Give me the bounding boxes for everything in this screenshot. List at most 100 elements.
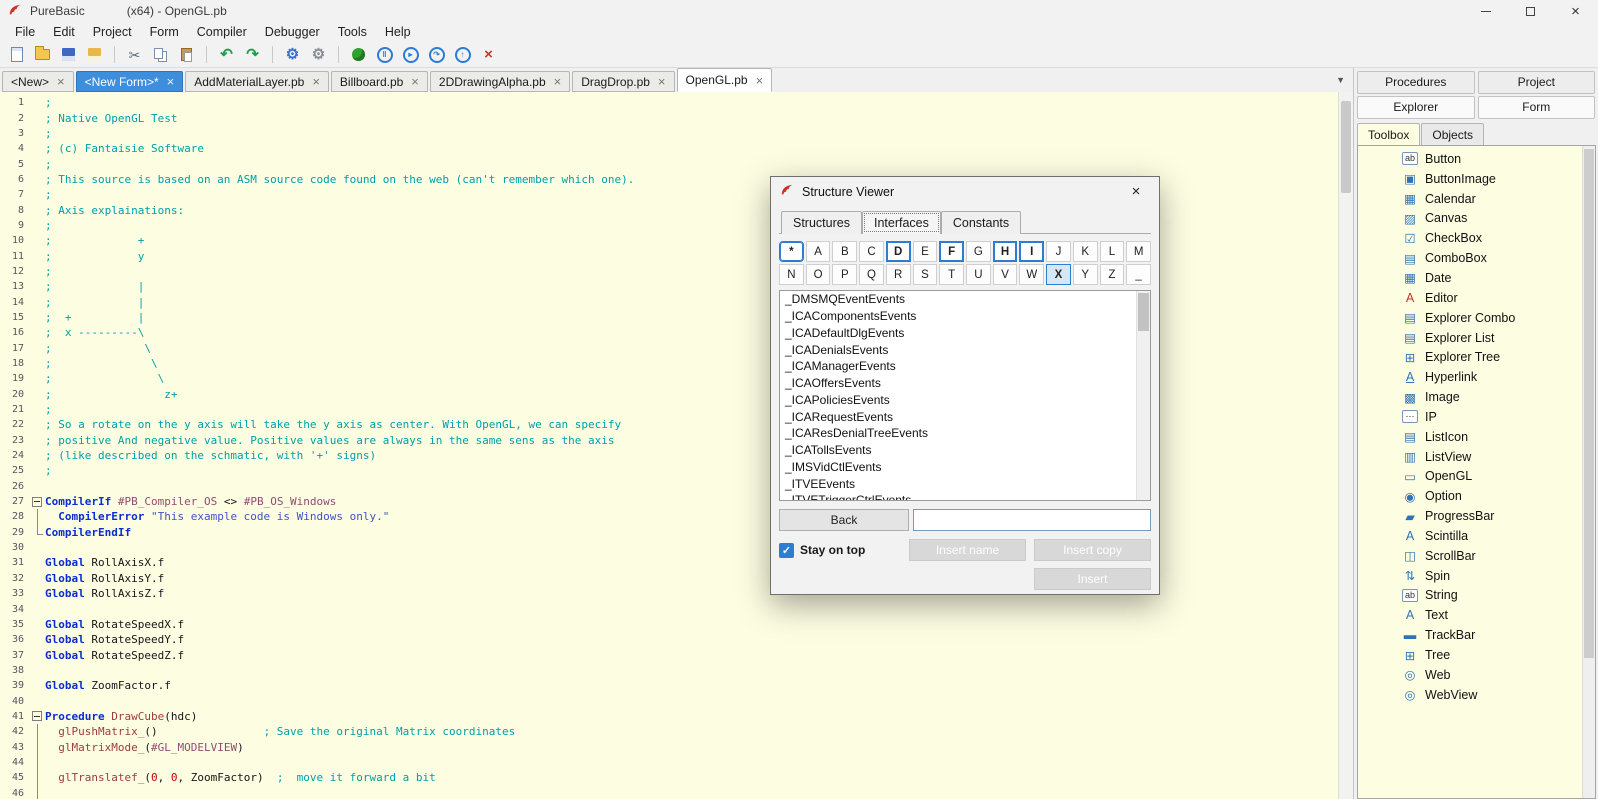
toolbar-cut-button[interactable]: ✂	[122, 43, 147, 66]
toolbox-item-listicon[interactable]: ▤ListIcon	[1358, 427, 1595, 447]
fold-toggle-icon[interactable]	[30, 494, 45, 509]
toolbox-item-spin[interactable]: ⇅Spin	[1358, 566, 1595, 586]
toolbox-item-button[interactable]: abButton	[1358, 149, 1595, 169]
interface-list-item[interactable]: _ICATollsEvents	[780, 442, 1150, 459]
stay-on-top-checkbox[interactable]: ✓	[779, 543, 794, 558]
toolbox-item-checkbox[interactable]: ☑CheckBox	[1358, 228, 1595, 248]
tab-close-icon[interactable]: ×	[756, 73, 764, 88]
code-line[interactable]: 45 glTranslatef_(0, 0, ZoomFactor) ; mov…	[0, 770, 1338, 785]
letter-filter-c[interactable]: C	[859, 241, 884, 262]
code-line[interactable]: 1;	[0, 95, 1338, 110]
letter-filter-h[interactable]: H	[993, 241, 1018, 262]
code-line[interactable]: 2; Native OpenGL Test	[0, 110, 1338, 125]
letter-filter-u[interactable]: U	[966, 264, 991, 285]
toolbox-item-tree[interactable]: ⊞Tree	[1358, 645, 1595, 665]
panel-tab-objects[interactable]: Objects	[1421, 123, 1484, 145]
maximize-button[interactable]	[1508, 0, 1553, 22]
letter-filter-v[interactable]: V	[993, 264, 1018, 285]
file-tab[interactable]: OpenGL.pb×	[677, 68, 773, 92]
file-tab[interactable]: AddMaterialLayer.pb×	[185, 71, 329, 92]
letter-filter-n[interactable]: N	[779, 264, 804, 285]
tab-close-icon[interactable]: ×	[312, 74, 320, 89]
toolbar-run-button[interactable]	[346, 43, 371, 66]
letter-filter-j[interactable]: J	[1046, 241, 1071, 262]
toolbox-item-date[interactable]: ▦Date	[1358, 268, 1595, 288]
file-tab[interactable]: Billboard.pb×	[331, 71, 428, 92]
toolbar-undo-button[interactable]: ↶	[214, 43, 239, 66]
back-button[interactable]: Back	[779, 509, 909, 531]
file-tab[interactable]: 2DDrawingAlpha.pb×	[430, 71, 570, 92]
editor-scrollbar-thumb[interactable]	[1341, 101, 1351, 193]
toolbar-save-all-button[interactable]	[82, 43, 107, 66]
interface-list-item[interactable]: _ICADefaultDlgEvents	[780, 325, 1150, 342]
dialog-tab-structures[interactable]: Structures	[781, 211, 862, 234]
tab-close-icon[interactable]: ×	[57, 74, 65, 89]
menu-item-form[interactable]: Form	[141, 23, 188, 41]
interface-list-item[interactable]: _ITVETriggerCtrlEvents	[780, 492, 1150, 501]
code-line[interactable]: 34	[0, 601, 1338, 616]
code-line[interactable]: 36Global RotateSpeedY.f	[0, 632, 1338, 647]
letter-filter-i[interactable]: I	[1019, 241, 1044, 262]
insert-name-button[interactable]: Insert name	[909, 539, 1026, 561]
letter-filter-g[interactable]: G	[966, 241, 991, 262]
file-tab[interactable]: DragDrop.pb×	[572, 71, 674, 92]
letter-filter-l[interactable]: L	[1100, 241, 1125, 262]
toolbar-save-file-button[interactable]	[56, 43, 81, 66]
letter-filter-q[interactable]: Q	[859, 264, 884, 285]
code-line[interactable]: 5;	[0, 156, 1338, 171]
interface-list-item[interactable]: _IMSVidCtlEvents	[780, 459, 1150, 476]
toolbox-item-scrollbar[interactable]: ◫ScrollBar	[1358, 546, 1595, 566]
close-button[interactable]: ×	[1553, 0, 1598, 22]
interface-list-item[interactable]: _ITVEEvents	[780, 475, 1150, 492]
toolbox-item-webview[interactable]: ◎WebView	[1358, 685, 1595, 705]
code-line[interactable]: 38	[0, 663, 1338, 678]
toolbar-pause-button[interactable]: ‖	[372, 43, 397, 66]
editor-scrollbar[interactable]	[1338, 92, 1353, 799]
panel-tab-form[interactable]: Form	[1478, 96, 1596, 119]
interface-list-item[interactable]: _ICAManagerEvents	[780, 358, 1150, 375]
toolbox-item-image[interactable]: ▩Image	[1358, 387, 1595, 407]
toolbar-open-file-button[interactable]	[30, 43, 55, 66]
letter-filter-k[interactable]: K	[1073, 241, 1098, 262]
tab-close-icon[interactable]: ×	[167, 74, 175, 89]
letter-filter-y[interactable]: Y	[1073, 264, 1098, 285]
toolbox-item-text[interactable]: AText	[1358, 605, 1595, 625]
code-line[interactable]: 39Global ZoomFactor.f	[0, 678, 1338, 693]
toolbox-item-string[interactable]: abString	[1358, 586, 1595, 606]
toolbox-item-progressbar[interactable]: ▰ProgressBar	[1358, 506, 1595, 526]
toolbox-item-buttonimage[interactable]: ▣ButtonImage	[1358, 169, 1595, 189]
menu-item-compiler[interactable]: Compiler	[188, 23, 256, 41]
toolbox-item-canvas[interactable]: ▨Canvas	[1358, 209, 1595, 229]
code-line[interactable]: 3;	[0, 126, 1338, 141]
toolbar-step-over-button[interactable]: ↷	[424, 43, 449, 66]
interface-list-item[interactable]: _ICAOffersEvents	[780, 375, 1150, 392]
toolbar-step-button[interactable]: ▸	[398, 43, 423, 66]
panel-tab-toolbox[interactable]: Toolbox	[1357, 123, 1420, 145]
letter-filter-p[interactable]: P	[832, 264, 857, 285]
panel-tab-explorer[interactable]: Explorer	[1357, 96, 1475, 119]
minimize-button[interactable]	[1463, 0, 1508, 22]
toolbar-new-file-button[interactable]	[4, 43, 29, 66]
toolbox-item-option[interactable]: ◉Option	[1358, 486, 1595, 506]
menu-item-edit[interactable]: Edit	[44, 23, 84, 41]
interface-list-scrollbar[interactable]	[1136, 291, 1150, 500]
letter-filter-o[interactable]: O	[806, 264, 831, 285]
letter-filter-_[interactable]: _	[1126, 264, 1151, 285]
toolbox-item-calendar[interactable]: ▦Calendar	[1358, 189, 1595, 209]
letter-filter-z[interactable]: Z	[1100, 264, 1125, 285]
interface-list-item[interactable]: _ICARequestEvents	[780, 408, 1150, 425]
interface-list-item[interactable]: _ICAPoliciesEvents	[780, 392, 1150, 409]
toolbox-item-scintilla[interactable]: AScintilla	[1358, 526, 1595, 546]
panel-tab-project[interactable]: Project	[1478, 71, 1596, 94]
code-line[interactable]: 40	[0, 693, 1338, 708]
code-line[interactable]: 44	[0, 755, 1338, 770]
file-tab[interactable]: <New Form>*×	[76, 71, 184, 92]
code-line[interactable]: 41Procedure DrawCube(hdc)	[0, 709, 1338, 724]
toolbar-kill-program-button[interactable]: ×	[476, 43, 501, 66]
letter-filter-a[interactable]: A	[806, 241, 831, 262]
toolbox-item-web[interactable]: ◎Web	[1358, 665, 1595, 685]
toolbox-item-editor[interactable]: AEditor	[1358, 288, 1595, 308]
toolbox-scrollbar[interactable]	[1582, 146, 1595, 798]
letter-filter-t[interactable]: T	[939, 264, 964, 285]
menu-item-help[interactable]: Help	[376, 23, 420, 41]
